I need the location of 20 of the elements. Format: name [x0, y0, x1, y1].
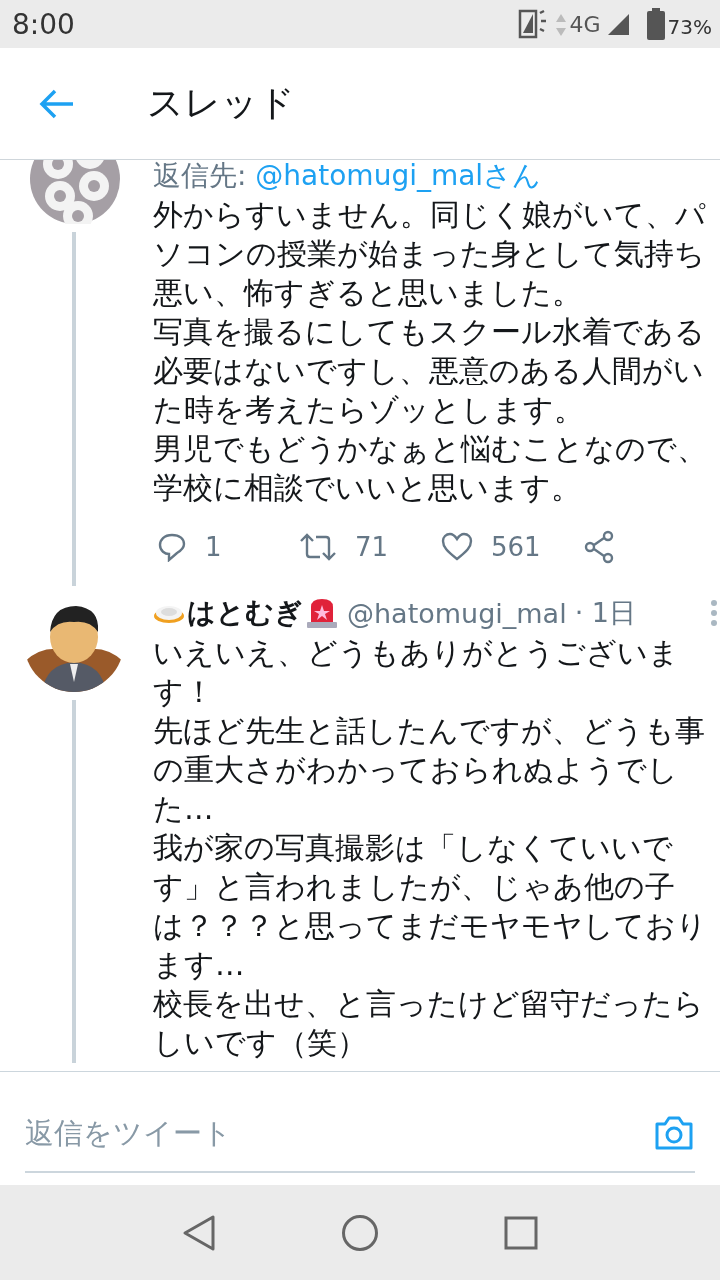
mention-link[interactable]: @hatomugi_malさん [255, 160, 542, 192]
tweet-text: 先ほど先生と話したんですが、どうも事の重大さがわかっておられぬようでした… [153, 713, 706, 828]
tweet-text: 我が家の写真撮影は「しなくていいです」と言われましたが、じゃあ他の子は？？？と思ってまだモヤモヤしております… [153, 830, 708, 984]
user-name[interactable]: はとむぎ [187, 594, 303, 632]
tweet-text: いえいえ、どうもありがとうございます！ [153, 635, 680, 711]
user-handle[interactable]: @hatomugi_mal [347, 597, 567, 629]
tweet-text: 写真を撮るにしてもスクール水着である必要はないですし、悪意のある人間がいた時を考えたらゾッとします。 [153, 314, 706, 429]
clock: 8:00 [12, 7, 75, 41]
retweet-count: 71 [355, 532, 389, 562]
reply-field[interactable]: 返信をツイート [25, 1116, 653, 1150]
reply-count: 1 [205, 532, 222, 562]
tweet-time: · 1日 [574, 596, 636, 630]
network-type: 4G [569, 11, 601, 37]
battery-percent: 73% [667, 15, 712, 39]
tweet-text: 男児でもどうかなぁと悩むことなので、学校に相談でいいと思います。 [153, 431, 708, 507]
reply-to-text: 返信先: @hatomugi_malさん [153, 160, 543, 194]
like-count: 561 [491, 532, 541, 562]
tweet-text: 校長を出せ、と言ったけど留守だったらしいです（笑） [153, 986, 705, 1062]
page-title: スレッド [147, 81, 295, 125]
tweet-text: 外からすいません。同じく娘がいて、パソコンの授業が始まった身として気持ち悪い、怖すぎると思いました。 [153, 197, 707, 312]
